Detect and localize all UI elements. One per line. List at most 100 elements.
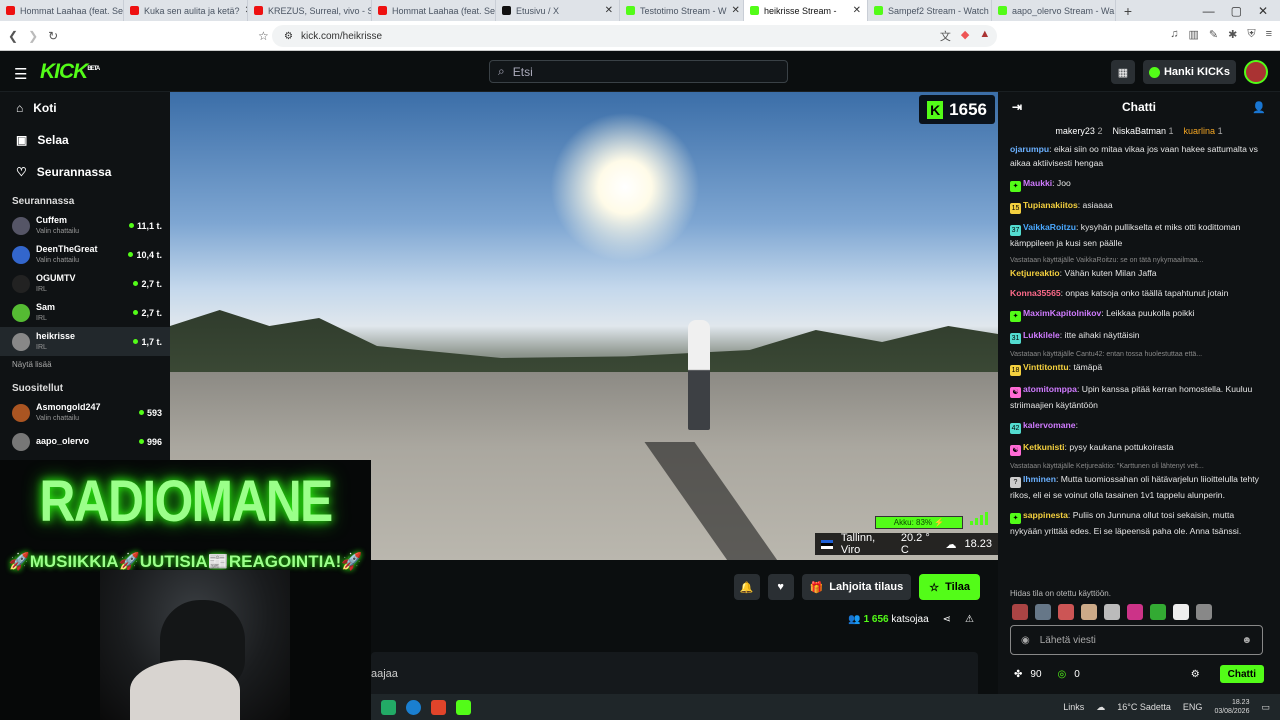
notifications-button[interactable]: 🔔 <box>733 574 760 600</box>
emote-icon[interactable] <box>1127 604 1143 620</box>
nav-item[interactable]: ▣ Selaa <box>0 124 170 156</box>
site-info-icon[interactable]: ⚙ <box>284 31 293 42</box>
language-indicator[interactable]: ENG <box>1183 702 1203 712</box>
clock[interactable]: 18.23 03/08/2026 <box>1214 698 1249 716</box>
browser-tab[interactable]: Hommat Laahaa (feat. Se✕ <box>372 0 496 21</box>
new-tab-button[interactable]: + <box>1116 0 1140 21</box>
edit-icon[interactable]: ✎ <box>1209 28 1218 44</box>
chat-username[interactable]: Ketkunisti <box>1023 442 1065 452</box>
emoji-icon[interactable]: ☻ <box>1241 635 1252 646</box>
tab-close-icon[interactable]: ✕ <box>853 5 861 16</box>
close-icon[interactable]: ✕ <box>1258 4 1268 18</box>
translate-icon[interactable]: 文 <box>940 28 951 44</box>
media-icon[interactable]: ♫ <box>1170 28 1178 44</box>
tab-close-icon[interactable]: ✕ <box>732 5 740 16</box>
kick-logo[interactable]: KICKBETA <box>40 60 100 84</box>
minimize-icon[interactable]: — <box>1203 4 1215 18</box>
rewards-icon[interactable]: ▲ <box>979 28 990 44</box>
emote-icon[interactable] <box>1196 604 1212 620</box>
vpn-icon[interactable]: ⛨ <box>1247 28 1255 44</box>
forward-icon[interactable]: ❯ <box>28 29 38 43</box>
nav-item[interactable]: ⌂ Koti <box>0 92 170 124</box>
brave-icon[interactable] <box>431 699 446 715</box>
user-avatar[interactable] <box>1244 60 1268 84</box>
settings-icon[interactable]: ⚙ <box>1191 669 1200 680</box>
emote-icon[interactable] <box>1173 604 1189 620</box>
tab-close-icon[interactable]: ✕ <box>605 5 613 16</box>
channel-item[interactable]: heikrisse IRL 1,7 t. <box>0 327 170 356</box>
address-bar[interactable]: ⚙ kick.com/heikrisse <box>272 25 997 47</box>
channel-item[interactable]: Cuffem Valin chattailu 11,1 t. <box>0 211 170 240</box>
reload-icon[interactable]: ↻ <box>48 29 58 43</box>
chat-username[interactable]: Ketjureaktio <box>1010 268 1060 278</box>
chat-username[interactable]: kalervomane <box>1023 420 1076 430</box>
chat-username[interactable]: Vinttitonttu <box>1023 362 1069 372</box>
chat-text: tämäpä <box>1073 362 1103 372</box>
search-input[interactable]: ⌕ Etsi <box>489 60 788 83</box>
emote-icon[interactable] <box>1081 604 1097 620</box>
chat-badge-icon[interactable]: ◉ <box>1021 635 1030 646</box>
brave-shield-icon[interactable]: ◆ <box>961 28 969 44</box>
emote-icon[interactable] <box>1035 604 1051 620</box>
gift-sub-button[interactable]: 🎁 Lahjoita tilaus <box>801 574 912 600</box>
browser-tab[interactable]: Hommat Laahaa (feat. Se✕ <box>0 0 124 21</box>
channel-item[interactable]: DeenTheGreat Valin chattailu 10,4 t. <box>0 240 170 269</box>
channel-item[interactable]: OGUMTV IRL 2,7 t. <box>0 269 170 298</box>
chat-message: Vastataan käyttäjälle Cantu42: entan tos… <box>1010 350 1266 376</box>
show-more-link[interactable]: Näytä lisää <box>0 356 170 375</box>
get-kicks-button[interactable]: Hanki KICKs <box>1142 60 1236 84</box>
kick-app-icon[interactable] <box>456 699 471 715</box>
channel-item[interactable]: Sam IRL 2,7 t. <box>0 298 170 327</box>
browser-tab[interactable]: Testotimo Stream - W ✕ <box>620 0 744 21</box>
browser-tab[interactable]: Kuka sen aulita ja ketä?✕ <box>124 0 248 21</box>
library-button[interactable]: ▦ <box>1110 60 1135 84</box>
channel-item[interactable]: aapo_olervo 996 <box>0 427 170 456</box>
follow-heart-button[interactable]: ♥ <box>767 574 794 600</box>
share-icon[interactable]: ⋖ <box>943 614 951 625</box>
chat-users-icon[interactable]: 👤 <box>1252 101 1266 114</box>
app-icon[interactable] <box>381 699 396 715</box>
chat-username[interactable]: Tupianakiitos <box>1023 200 1078 210</box>
emote-icon[interactable] <box>1012 604 1028 620</box>
reply-context: Vastataan käyttäjälle VaikkaRoitzu: se o… <box>1010 257 1204 264</box>
browser-tab[interactable]: Etusivu / X ✕ <box>496 0 620 21</box>
browser-tab[interactable]: aapo_olervo Stream - Wa✕ <box>992 0 1116 21</box>
weather-icon[interactable]: ☁ <box>1096 702 1105 713</box>
bookmark-icon[interactable]: ☆ <box>258 29 269 43</box>
sidebar-toggle-icon[interactable]: ▥ <box>1188 28 1198 44</box>
channel-item[interactable]: Asmongold247 Valin chattailu 593 <box>0 398 170 427</box>
chat-username[interactable]: Lukkilele <box>1023 330 1060 340</box>
report-icon[interactable]: ⚠ <box>965 614 974 625</box>
subscribe-button[interactable]: ☆ Tilaa <box>919 574 980 600</box>
viewers-stat: 👥 1 656 katsojaa <box>848 614 929 625</box>
chat-input-placeholder: Lähetä viesti <box>1039 634 1096 646</box>
weather-text[interactable]: 16°C Sadetta <box>1117 702 1171 712</box>
edge-icon[interactable] <box>406 699 421 715</box>
chat-username[interactable]: MaximKapitolnikov <box>1023 308 1101 318</box>
menu-icon[interactable]: ≡ <box>1266 28 1272 44</box>
chat-username[interactable]: atomitomppa <box>1023 384 1077 394</box>
emote-icon[interactable] <box>1058 604 1074 620</box>
browser-tab[interactable]: Sampef2 Stream - Watch✕ <box>868 0 992 21</box>
emote-icon[interactable] <box>1104 604 1120 620</box>
chat-input[interactable]: ◉ Lähetä viesti ☻ <box>1010 625 1263 655</box>
browser-tab[interactable]: heikrisse Stream - ✕ <box>744 0 868 21</box>
links-toolbar[interactable]: Links <box>1063 702 1084 712</box>
chat-username[interactable]: Ihminen <box>1023 474 1056 484</box>
menu-icon[interactable]: ☰ <box>14 65 27 83</box>
nav-item[interactable]: ♡ Seurannassa <box>0 156 170 188</box>
browser-tab[interactable]: KREZUS, Surreal, vivo - S✕ <box>248 0 372 21</box>
chat-message: ojarumpu: eikai siin oo mitaa vikaa jos … <box>1010 144 1258 168</box>
chat-username[interactable]: sappinesta <box>1023 510 1068 520</box>
back-icon[interactable]: ❮ <box>8 29 18 43</box>
send-chat-button[interactable]: Chatti <box>1219 665 1264 683</box>
chat-username[interactable]: VaikkaRoitzu <box>1023 222 1076 232</box>
emote-icon[interactable] <box>1150 604 1166 620</box>
chat-username[interactable]: Konna35565 <box>1010 288 1061 298</box>
chat-username[interactable]: ojarumpu <box>1010 144 1049 154</box>
notifications-icon[interactable]: ▭ <box>1261 702 1270 713</box>
extensions-icon[interactable]: ✱ <box>1228 28 1237 44</box>
maximize-icon[interactable]: ▢ <box>1231 4 1242 18</box>
chat-username[interactable]: Maukki <box>1023 178 1052 188</box>
collapse-chat-icon[interactable]: ⇥ <box>1012 100 1022 114</box>
